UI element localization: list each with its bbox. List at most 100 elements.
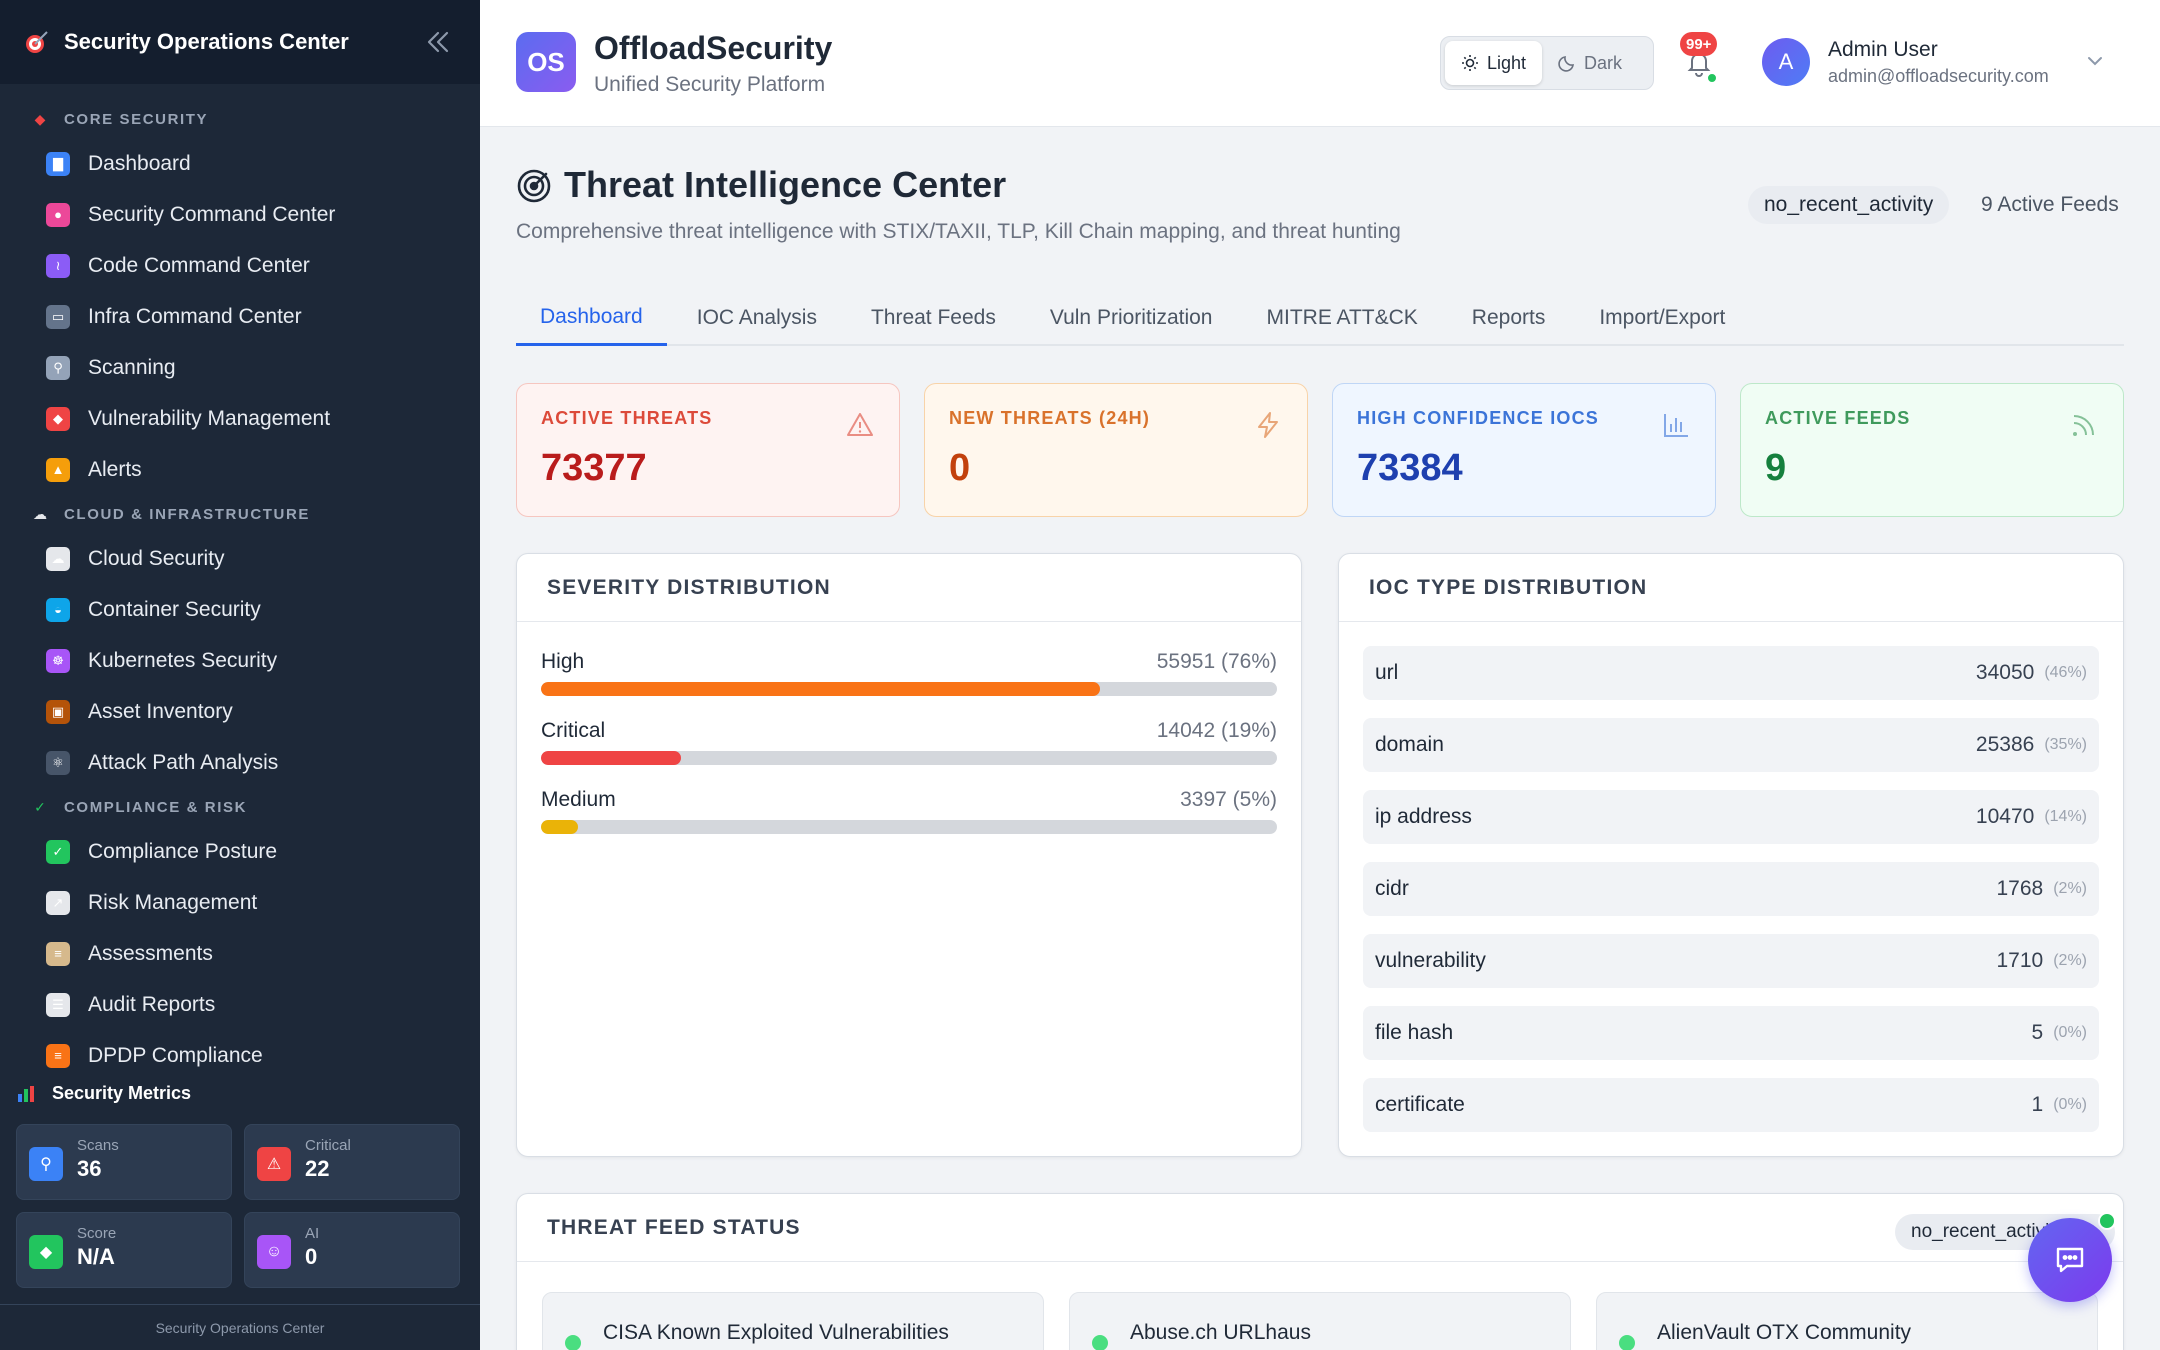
severity-bar-fill [541, 820, 578, 834]
sidebar-section-label: CLOUD & INFRASTRUCTURE [64, 505, 311, 523]
sidebar-item-label: Dashboard [88, 151, 191, 175]
trend-chart-icon: ↗ [46, 890, 70, 915]
warning-icon: ⚠ [257, 1147, 291, 1181]
chat-online-indicator [2098, 1212, 2116, 1230]
sidebar: Security Operations Center ◆ CORE SECURIT… [0, 0, 480, 1350]
feed-card[interactable]: AlienVault OTX Community [1596, 1292, 2098, 1350]
stat-card-high-confidence-iocs: HIGH CONFIDENCE IOCS 73384 [1332, 383, 1716, 517]
sidebar-item-audit-reports[interactable]: ☰ Audit Reports [0, 979, 480, 1030]
sidebar-item-infra-command-center[interactable]: ▭ Infra Command Center [0, 291, 480, 342]
severity-name: Critical [541, 719, 606, 742]
sidebar-item-code-command-center[interactable]: ≀ Code Command Center [0, 240, 480, 291]
sidebar-item-assessments[interactable]: ≡ Assessments [0, 928, 480, 979]
shield-icon: ◆ [29, 1235, 63, 1269]
metric-critical: ⚠ Critical 22 [244, 1124, 460, 1200]
sidebar-footer: Security Operations Center [0, 1304, 480, 1350]
ioc-type-percent: (0%) [2053, 1096, 2087, 1113]
sidebar-item-vulnerability-management[interactable]: ◆ Vulnerability Management [0, 393, 480, 444]
sidebar-section-label: COMPLIANCE & RISK [64, 798, 248, 816]
user-name[interactable]: Admin User [1828, 38, 1938, 62]
ioc-type-percent: (35%) [2044, 736, 2087, 753]
active-feeds-count: 9 Active Feeds [1981, 193, 2119, 216]
tab-mitre-att-ck[interactable]: MITRE ATT&CK [1243, 290, 1442, 346]
sidebar-item-dpdp-compliance[interactable]: ≡ DPDP Compliance [0, 1030, 480, 1078]
ioc-type-distribution-title: IOC TYPE DISTRIBUTION [1339, 554, 2123, 622]
sun-icon [1462, 55, 1478, 71]
avatar[interactable]: A [1762, 38, 1810, 86]
tab-vuln-prioritization[interactable]: Vuln Prioritization [1026, 290, 1237, 346]
ioc-row-file-hash: file hash 5 (0%) [1363, 1006, 2099, 1060]
shield-icon: ◆ [46, 406, 70, 431]
severity-count: 55951 (76%) [1156, 650, 1277, 673]
warning-icon [847, 413, 873, 436]
india-flag-icon: ≡ [46, 1043, 70, 1068]
sidebar-item-scanning[interactable]: ⚲ Scanning [0, 342, 480, 393]
tab-threat-feeds[interactable]: Threat Feeds [847, 290, 1020, 346]
dna-icon: ≀ [46, 253, 70, 278]
rss-icon [2073, 415, 2094, 436]
ioc-type-percent: (2%) [2053, 952, 2087, 969]
sidebar-item-label: Compliance Posture [88, 839, 278, 863]
cloud-icon: ☁ [33, 505, 47, 522]
feed-card[interactable]: Abuse.ch URLhaus [1069, 1292, 1571, 1350]
security-metrics-title: Security Metrics [52, 1083, 192, 1103]
stat-label: HIGH CONFIDENCE IOCS [1357, 408, 1600, 428]
tab-dashboard[interactable]: Dashboard [516, 290, 667, 346]
severity-name: Medium [541, 788, 616, 811]
magnifier-icon: ⚲ [46, 355, 70, 380]
tab-import-export[interactable]: Import/Export [1575, 290, 1749, 346]
sidebar-item-risk-management[interactable]: ↗ Risk Management [0, 877, 480, 928]
stat-value: 73384 [1357, 447, 1463, 489]
sidebar-item-label: Cloud Security [88, 546, 225, 570]
sidebar-item-security-command-center[interactable]: ● Security Command Center [0, 189, 480, 240]
sidebar-nav: ◆ CORE SECURITY ▇ Dashboard ● Security Comman… [0, 100, 480, 1078]
metric-label: AI [305, 1225, 320, 1242]
metric-value: 22 [305, 1156, 330, 1181]
sidebar-item-kubernetes-security[interactable]: ☸ Kubernetes Security [0, 635, 480, 686]
dark-theme-button[interactable]: Dark [1542, 41, 1638, 85]
bar-chart-icon [1664, 414, 1688, 437]
severity-bar-fill [541, 682, 1101, 696]
severity-bar-fill [541, 751, 681, 765]
collapse-sidebar-icon[interactable] [420, 25, 454, 59]
sidebar-item-label: Code Command Center [88, 253, 310, 277]
stat-card-new-threats-24h: NEW THREATS (24H) 0 [924, 383, 1308, 517]
metric-text: Critical 22 [305, 1137, 351, 1199]
chevron-down-icon[interactable] [2084, 50, 2106, 72]
ioc-type-count: 25386 [1975, 733, 2035, 756]
page-subtitle: Comprehensive threat intelligence with S… [516, 220, 1401, 243]
feed-name: Abuse.ch URLhaus [1130, 1321, 1311, 1344]
sidebar-item-label: Audit Reports [88, 992, 216, 1016]
sidebar-item-label: Alerts [88, 457, 142, 481]
severity-distribution-panel: SEVERITY DISTRIBUTION High 55951 (76%) Cri… [516, 553, 1302, 1157]
light-theme-button[interactable]: Light [1445, 41, 1543, 85]
severity-count: 3397 (5%) [1180, 788, 1277, 811]
tab-ioc-analysis[interactable]: IOC Analysis [673, 290, 841, 346]
ioc-row-cidr: cidr 1768 (2%) [1363, 862, 2099, 916]
ioc-row-vulnerability: vulnerability 1710 (2%) [1363, 934, 2099, 988]
online-indicator [1706, 72, 1718, 84]
lightning-icon [1258, 412, 1278, 438]
sidebar-item-label: Risk Management [88, 890, 258, 914]
chat-button[interactable] [2028, 1218, 2112, 1302]
magnifier-icon: ⚲ [29, 1147, 63, 1181]
ioc-type-count: 34050 [1975, 661, 2035, 684]
sidebar-item-attack-path-analysis[interactable]: ⚛ Attack Path Analysis [0, 737, 480, 788]
ioc-type-name: certificate [1375, 1093, 1465, 1116]
metric-value: 0 [305, 1244, 318, 1269]
theme-toggle: Light Dark [1440, 36, 1654, 90]
tab-reports[interactable]: Reports [1448, 290, 1570, 346]
feed-status-dot [565, 1335, 581, 1350]
sidebar-item-container-security[interactable]: ◒ Container Security [0, 584, 480, 635]
sidebar-item-asset-inventory[interactable]: ▣ Asset Inventory [0, 686, 480, 737]
sidebar-item-dashboard[interactable]: ▇ Dashboard [0, 138, 480, 189]
document-icon: ☰ [46, 992, 70, 1017]
clipboard-icon: ≡ [46, 941, 70, 966]
ioc-row-certificate: certificate 1 (0%) [1363, 1078, 2099, 1132]
robot-icon: ☺ [257, 1235, 291, 1269]
sidebar-item-compliance-posture[interactable]: ✓ Compliance Posture [0, 826, 480, 877]
feed-card[interactable]: CISA Known Exploited Vulnerabilities [542, 1292, 1044, 1350]
sidebar-item-alerts[interactable]: ▲ Alerts [0, 444, 480, 495]
sidebar-item-cloud-security[interactable]: ☁ Cloud Security [0, 533, 480, 584]
metric-label: Critical [305, 1137, 351, 1154]
